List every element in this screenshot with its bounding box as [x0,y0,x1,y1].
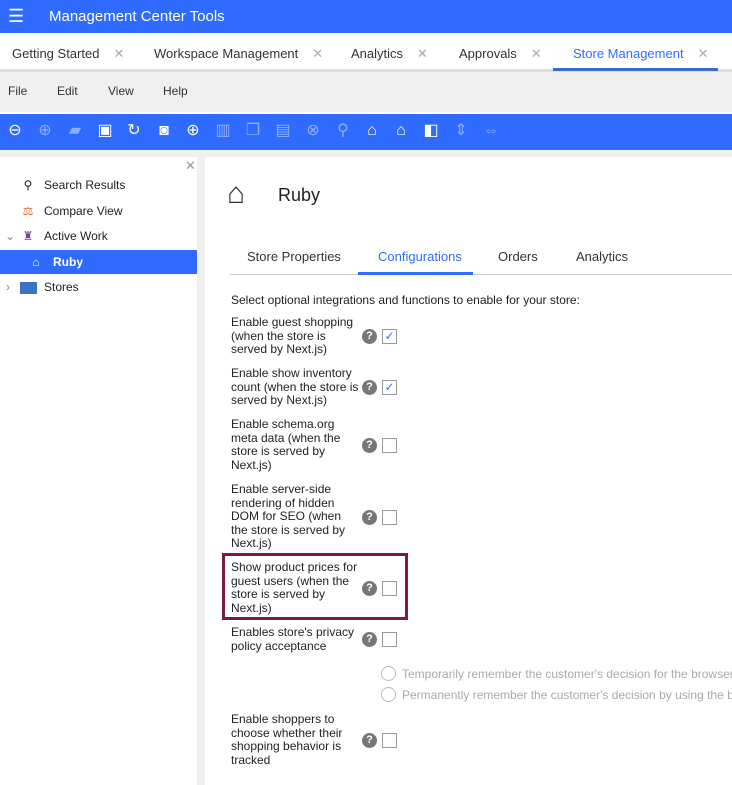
globe-icon[interactable]: ⊕ [184,122,202,140]
help-icon[interactable]: ? [362,733,377,748]
option-label: Enable server-side rendering of hidden D… [231,482,346,550]
forward-icon[interactable]: ⊕ [36,122,54,140]
tab-orders[interactable]: Orders [498,249,538,264]
tab-getting-started[interactable]: Getting Started ✕ [12,46,124,62]
tracking-consent-checkbox[interactable] [382,733,397,748]
tab-store-management[interactable]: Store Management ✕ [573,46,708,62]
paste-icon[interactable]: ▤ [274,122,292,140]
explorer-sidebar: ✕ ⚲ Search Results ⚖ Compare View ⌄ ♜ Active… [0,157,197,785]
open-folder-icon[interactable]: ▰ [66,122,84,140]
guest-shopping-checkbox[interactable]: ✓ [382,329,397,344]
active-tab-indicator [358,272,473,275]
help-icon[interactable]: ? [362,632,377,647]
active-tab-indicator [553,68,718,71]
temporary-remember-radio[interactable] [381,666,396,681]
menu-bar: File Edit View Help [0,72,732,112]
sidebar-item-active-work[interactable]: ⌄ ♜ Active Work [0,224,197,248]
item-label: Ruby [53,255,83,269]
panel-left-icon[interactable]: ◧ [422,122,440,140]
tab-analytics[interactable]: Analytics [576,249,628,264]
ssr-hidden-dom-checkbox[interactable] [382,510,397,525]
tab-label: Analytics [351,46,404,61]
app-header: ☰ Management Center Tools [0,0,732,33]
cancel-icon[interactable]: ⊗ [304,122,322,140]
help-icon[interactable]: ? [362,380,377,395]
chevron-down-icon[interactable]: ⌄ [5,224,15,248]
sidebar-item-stores[interactable]: › Stores [0,275,197,299]
help-icon[interactable]: ? [362,581,377,596]
save-icon[interactable]: ▣ [96,122,114,140]
sidebar-item-ruby[interactable]: ⌂ Ruby [0,250,197,274]
intro-text: Select optional integrations and functio… [231,293,580,307]
tab-workspace-management[interactable]: Workspace Management ✕ [154,46,323,62]
option-label: Show product prices for guest users (whe… [231,560,358,615]
store-icon: ⌂ [227,177,246,210]
item-label: Search Results [44,178,126,192]
tab-analytics[interactable]: Analytics ✕ [351,46,428,62]
stop-icon[interactable]: ◙ [155,122,173,140]
tab-store-properties[interactable]: Store Properties [247,249,341,264]
lamp-icon: ♜ [22,229,34,243]
tool-tabs: Getting Started ✕ Workspace Management ✕ A… [0,33,732,72]
help-icon[interactable]: ? [362,438,377,453]
sidebar-item-compare-view[interactable]: ⚖ Compare View [0,199,197,223]
menu-file[interactable]: File [8,84,27,98]
close-icon[interactable]: ✕ [185,158,196,174]
option-label: Enable show inventory count (when the st… [231,366,359,407]
help-icon[interactable]: ? [362,329,377,344]
folder-icon [19,275,37,299]
split-icon[interactable]: ▥ [214,122,232,140]
search-icon: ⚲ [23,178,33,192]
sidebar-item-search-results[interactable]: ⚲ Search Results [0,173,197,197]
radio-label: Permanently remember the customer's deci… [402,688,732,702]
collapse-vertical-icon[interactable]: ⇕ [452,122,470,140]
close-icon[interactable]: ✕ [312,46,323,61]
close-icon[interactable]: ✕ [113,46,124,61]
collapse-horizontal-icon[interactable]: ⇔ [482,122,500,140]
item-label: Active Work [44,229,108,243]
radio-label: Temporarily remember the customer's deci… [402,667,732,681]
tab-label: Store Management [573,46,684,61]
app-title: Management Center Tools [49,8,225,25]
store-settings-icon[interactable]: ⌂ [392,122,410,140]
menu-view[interactable]: View [108,84,134,98]
guest-prices-checkbox[interactable] [382,581,397,596]
tab-label: Workspace Management [154,46,299,61]
inventory-count-checkbox[interactable]: ✓ [382,380,397,395]
help-icon[interactable]: ? [362,510,377,525]
copy-icon[interactable]: ❐ [244,122,262,140]
option-label: Enable guest shopping (when the store is… [231,315,354,356]
close-icon[interactable]: ✕ [698,46,709,61]
refresh-icon[interactable]: ↻ [125,122,143,140]
store-editor: ⌂ Ruby Store Properties Configurations O… [205,157,732,785]
tabs-divider [230,274,732,275]
tab-label: Getting Started [12,46,100,61]
close-icon[interactable]: ✕ [417,46,428,61]
new-store-icon[interactable]: ⌂ [363,122,381,140]
schema-org-checkbox[interactable] [382,438,397,453]
menu-help[interactable]: Help [163,84,188,98]
find-icon[interactable]: ⚲ [334,122,352,140]
store-icon: ⌂ [32,255,40,269]
chevron-right-icon[interactable]: › [6,275,10,299]
close-icon[interactable]: ✕ [531,46,542,61]
scale-icon: ⚖ [22,204,34,218]
tab-configurations[interactable]: Configurations [378,249,462,264]
back-icon[interactable]: ⊖ [6,122,24,140]
hamburger-menu-icon[interactable]: ☰ [8,6,24,27]
store-title: Ruby [278,185,321,205]
toolbar: ⊖ ⊕ ▰ ▣ ↻ ◙ ⊕ ▥ ❐ ▤ ⊗ ⚲ ⌂ ⌂ ◧ ⇕ ⇔ [0,112,732,150]
option-label: Enable schema.org meta data (when the st… [231,417,341,472]
item-label: Stores [44,280,79,294]
permanent-remember-radio[interactable] [381,687,396,702]
privacy-policy-checkbox[interactable] [382,632,397,647]
option-label: Enables store's privacy policy acceptanc… [231,625,355,653]
tab-approvals[interactable]: Approvals ✕ [459,46,542,62]
menu-edit[interactable]: Edit [57,84,78,98]
option-label: Enable shoppers to choose whether their … [231,712,343,767]
item-label: Compare View [44,204,123,218]
tab-label: Approvals [459,46,517,61]
